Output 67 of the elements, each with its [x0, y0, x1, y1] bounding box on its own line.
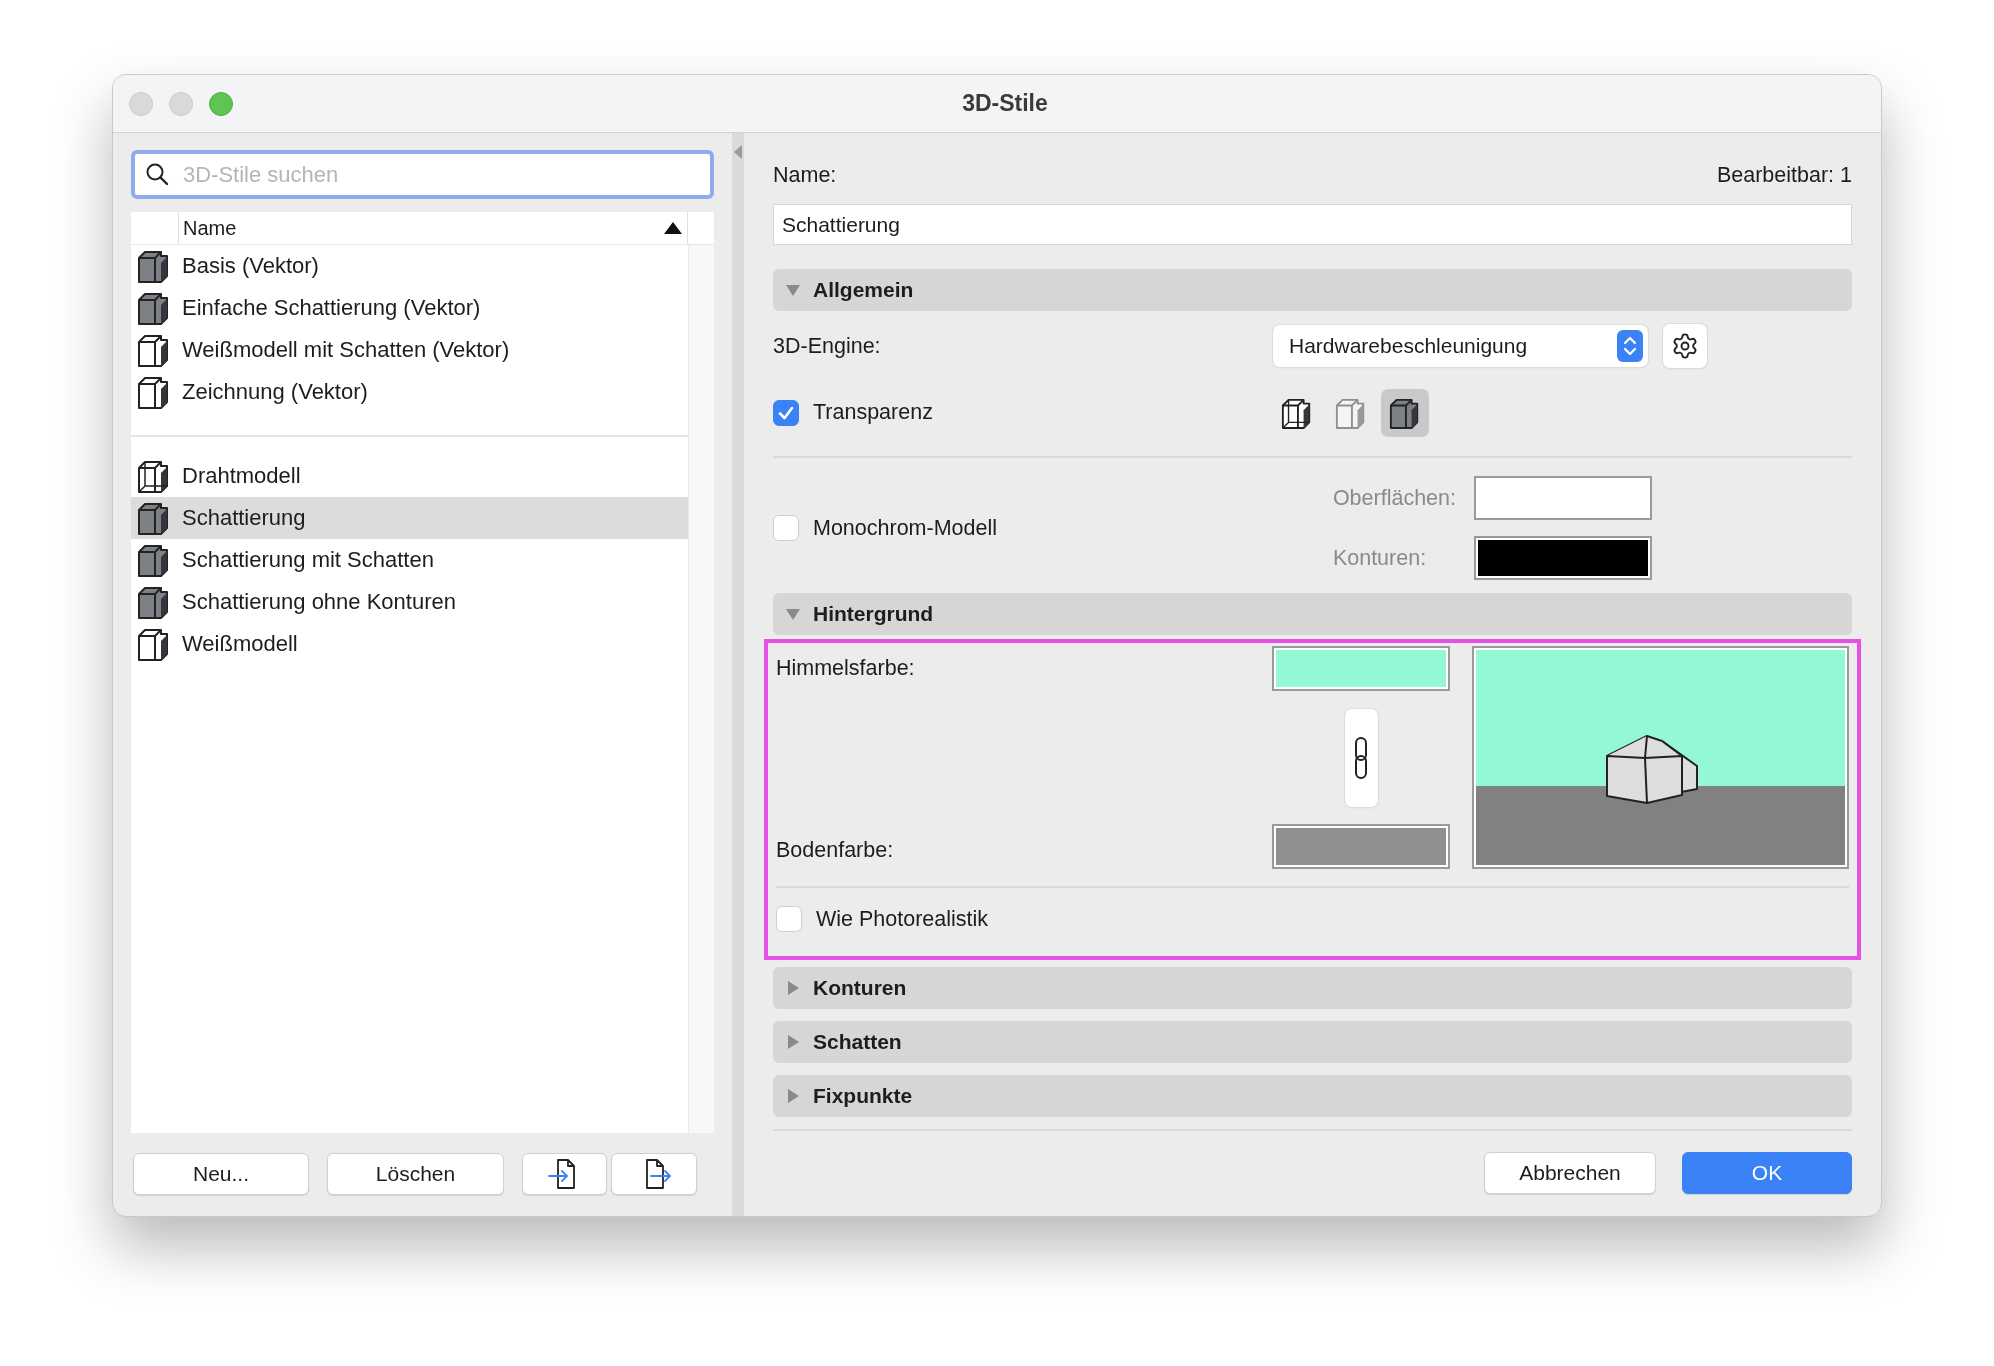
cube-icon [137, 459, 171, 493]
list-item[interactable]: Weißmodell mit Schatten (Vektor) [131, 329, 688, 371]
search-field[interactable]: 3D-Stile suchen [131, 150, 714, 199]
section-header[interactable]: Allgemein [773, 269, 1852, 311]
cube-icon [137, 501, 171, 535]
import-button[interactable] [522, 1153, 607, 1195]
cube-icon [137, 375, 171, 409]
checkbox[interactable] [773, 515, 799, 541]
cube-icon [1281, 396, 1313, 429]
ground-color-label: Bodenfarbe: [776, 838, 895, 863]
cube-icon [1335, 396, 1367, 429]
link-button[interactable] [1344, 708, 1378, 807]
zoom-button[interactable] [209, 91, 233, 116]
settings-button[interactable] [1663, 324, 1707, 368]
cube-icon [137, 627, 171, 661]
column-header[interactable]: Name [178, 212, 688, 244]
chain-link-icon [1353, 735, 1369, 780]
cube-icon [1389, 396, 1421, 429]
cube-icon [137, 543, 171, 577]
settings-icon [1671, 332, 1699, 360]
cube-icon [137, 249, 171, 283]
list-item[interactable]: Schattierung [131, 497, 688, 539]
list-item[interactable]: Basis (Vektor) [131, 245, 688, 287]
name-field[interactable]: Schattierung [773, 204, 1852, 245]
color-swatch[interactable] [1272, 824, 1450, 869]
editable-count: Bearbeitbar: 1 [1716, 162, 1852, 188]
display-mode-button[interactable] [1381, 388, 1429, 437]
checkbox[interactable] [773, 399, 799, 426]
expand-triangle-icon [785, 1088, 801, 1104]
cube-icon [137, 333, 171, 367]
color-swatch[interactable] [1272, 646, 1450, 691]
expand-triangle-icon [785, 1034, 801, 1050]
contours-label: Konturen: [1332, 545, 1428, 571]
collapse-triangle-icon [785, 282, 801, 298]
collapse-triangle-icon [785, 606, 801, 622]
section-header[interactable]: Schatten [773, 1021, 1852, 1063]
list-button[interactable]: Löschen [327, 1153, 504, 1195]
checkbox[interactable] [776, 906, 802, 932]
surfaces-label: Oberflächen: [1332, 485, 1456, 511]
sky-color-label: Himmelsfarbe: [776, 656, 916, 681]
list-button[interactable]: Neu... [133, 1153, 309, 1195]
cancel-button[interactable]: Abbrechen [1484, 1152, 1656, 1194]
window-title: 3D-Stile [962, 90, 1048, 117]
engine-dropdown[interactable]: Hardwarebeschleunigung [1273, 325, 1648, 367]
list-item[interactable]: Schattierung ohne Konturen [131, 581, 688, 623]
list-item[interactable]: Weißmodell [131, 623, 688, 665]
section-header[interactable]: Hintergrund [773, 593, 1852, 635]
collapse-arrow-icon [734, 145, 742, 159]
checkbox-label: Transparenz [813, 400, 933, 425]
list-item[interactable]: Schattierung mit Schatten [131, 539, 688, 581]
section-header[interactable]: Fixpunkte [773, 1075, 1852, 1117]
cube-icon [137, 585, 171, 619]
export-button[interactable] [611, 1153, 697, 1195]
color-swatch[interactable] [1474, 476, 1652, 520]
engine-label: 3D-Engine: [773, 333, 881, 359]
name-label: Name: [773, 162, 837, 188]
list-item[interactable]: Drahtmodell [131, 455, 688, 497]
cube-icon [137, 291, 171, 325]
section-header[interactable]: Konturen [773, 967, 1852, 1009]
list-item[interactable]: Einfache Schattierung (Vektor) [131, 287, 688, 329]
stepper-icon [1617, 330, 1643, 362]
ok-button[interactable]: OK [1682, 1152, 1852, 1194]
checkbox-label: Wie Photorealistik [816, 906, 989, 932]
checkbox-label: Monochrom-Modell [813, 515, 997, 541]
list-item[interactable]: Zeichnung (Vektor) [131, 371, 688, 413]
expand-triangle-icon [785, 980, 801, 996]
color-swatch[interactable] [1474, 536, 1652, 580]
